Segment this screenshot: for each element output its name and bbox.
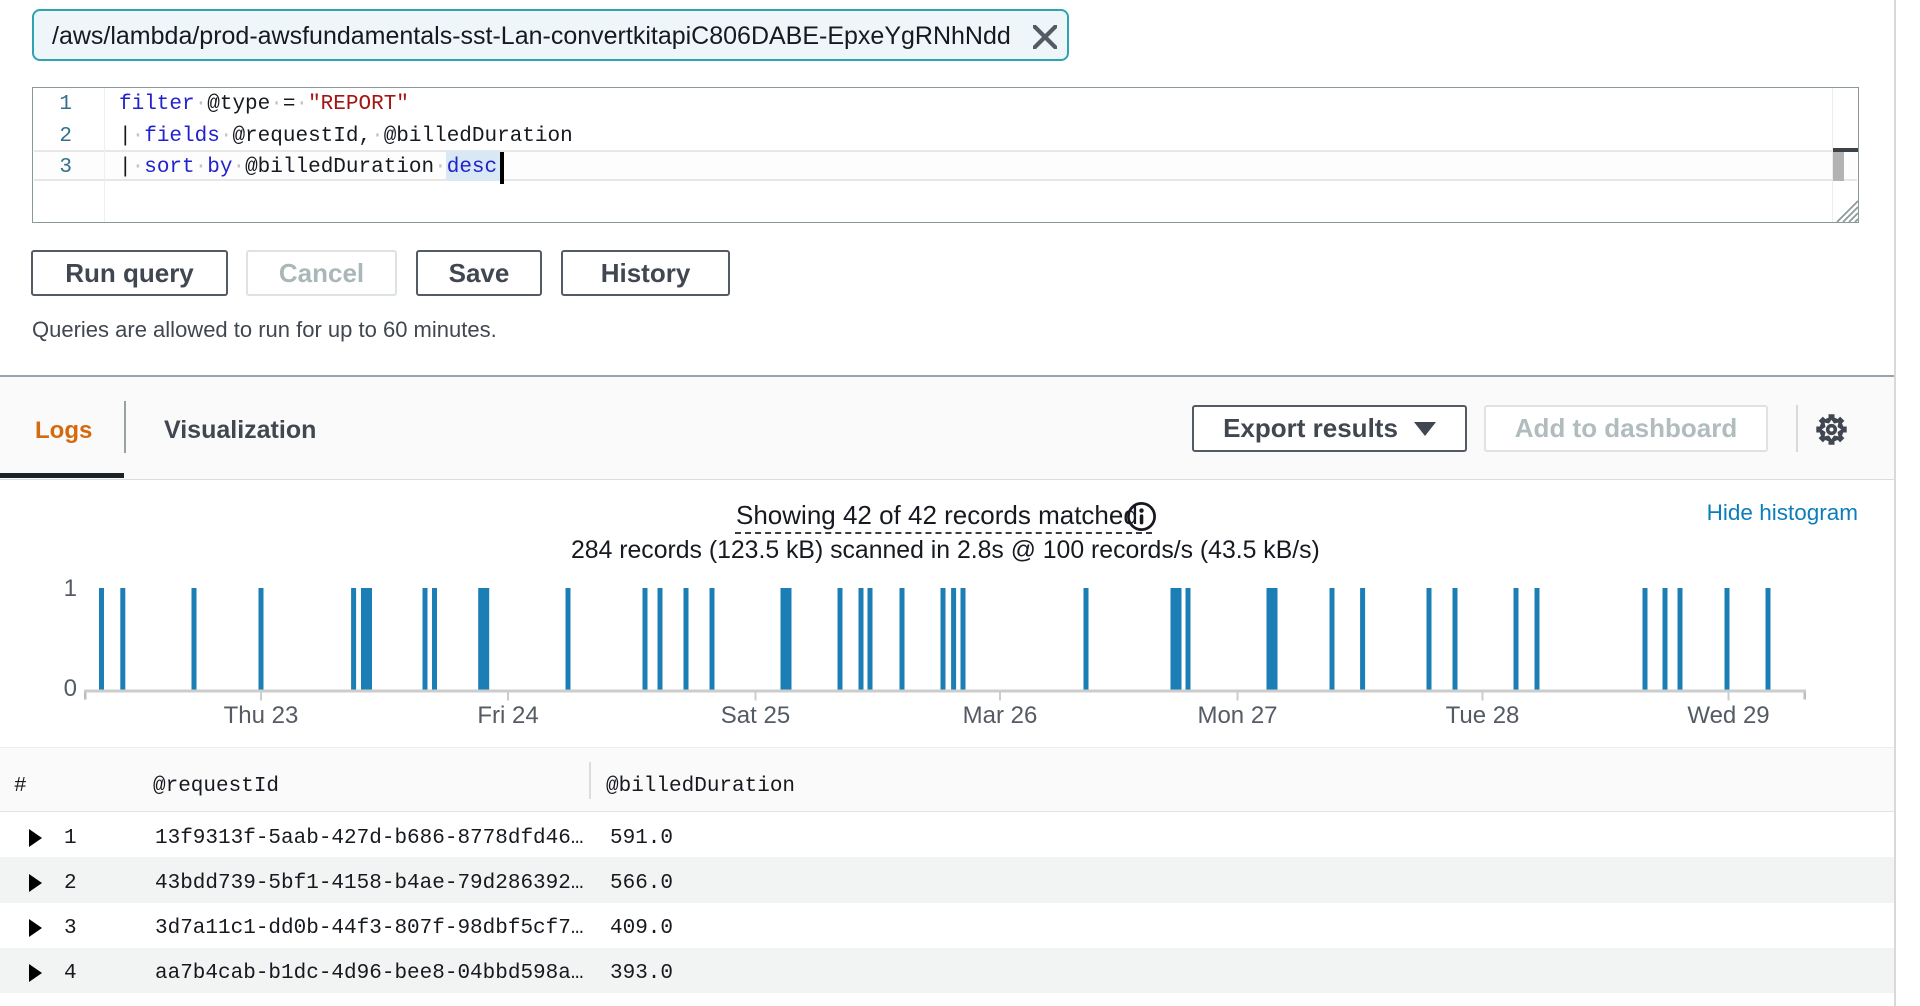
svg-text:Wed 29: Wed 29	[1687, 702, 1769, 729]
svg-text:Sat 25: Sat 25	[721, 702, 790, 729]
svg-text:Mon 27: Mon 27	[1197, 702, 1277, 729]
svg-text:1: 1	[64, 575, 77, 602]
svg-text:Mar 26: Mar 26	[963, 702, 1038, 729]
svg-text:Tue 28: Tue 28	[1446, 702, 1520, 729]
svg-text:Thu 23: Thu 23	[224, 702, 299, 729]
svg-text:Fri 24: Fri 24	[477, 702, 538, 729]
svg-text:0: 0	[64, 675, 77, 702]
